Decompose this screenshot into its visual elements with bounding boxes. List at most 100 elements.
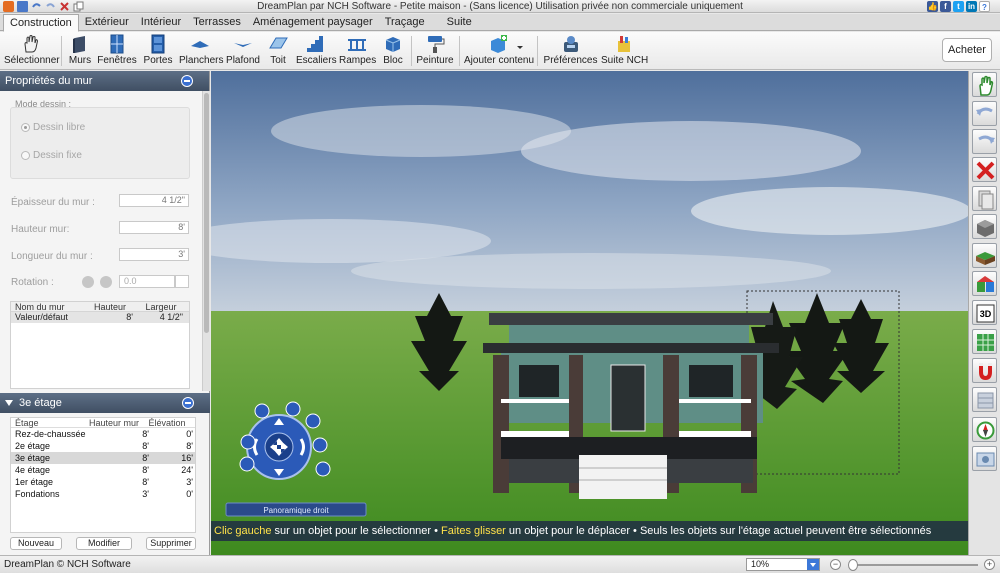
house-model[interactable]	[483, 313, 779, 499]
table-row[interactable]: Valeur/défaut 8' 4 1/2"	[11, 312, 189, 323]
window-icon	[107, 34, 127, 54]
zoom-out-button[interactable]: −	[830, 559, 841, 570]
redo-icon[interactable]	[972, 129, 997, 154]
table-cell: 3e étage	[15, 453, 51, 463]
terrain-icon[interactable]	[972, 243, 997, 268]
table-cell: 1er étage	[15, 477, 54, 487]
zoom-in-button[interactable]: +	[984, 559, 995, 570]
stairs-button[interactable]: Escaliers	[296, 33, 337, 69]
hand-icon[interactable]	[972, 72, 997, 97]
rotation-field[interactable]: 0.0	[119, 275, 175, 288]
draw-mode-free-radio[interactable]: Dessin libre	[21, 122, 85, 133]
box-icon[interactable]	[972, 214, 997, 239]
table-row[interactable]: 2e étage 8' 8'	[11, 440, 195, 452]
railings-button[interactable]: Rampes	[339, 33, 376, 69]
railing-icon	[347, 34, 367, 54]
wall-length-field[interactable]: 3'	[119, 248, 189, 261]
doors-button[interactable]: Portes	[141, 33, 175, 69]
add-content-dropdown[interactable]	[516, 42, 524, 52]
wall-properties-header[interactable]: Propriétés du mur	[0, 71, 209, 91]
grid-icon[interactable]	[972, 329, 997, 354]
block-button[interactable]: Bloc	[379, 33, 407, 69]
twitter-icon[interactable]: t	[953, 1, 964, 12]
table-row[interactable]: Rez-de-chaussée 8' 0'	[11, 428, 195, 440]
expand-triangle-icon[interactable]	[5, 400, 13, 407]
wall-thickness-field[interactable]: 4 1/2"	[119, 194, 189, 207]
rotate-right-icon[interactable]	[100, 276, 112, 288]
table-row[interactable]: Fondations 3' 0'	[11, 488, 195, 500]
rotate-left-icon[interactable]	[82, 276, 94, 288]
linkedin-icon[interactable]: in	[966, 1, 977, 12]
delete-floor-button[interactable]: Supprimer	[146, 537, 196, 550]
compass-icon[interactable]	[972, 417, 997, 442]
roof-icon	[268, 34, 288, 54]
zoom-select[interactable]: 10%	[746, 558, 820, 571]
walls-button[interactable]: Murs	[66, 33, 94, 69]
table-cell: 8'	[142, 441, 149, 451]
wall-height-label: Hauteur mur:	[11, 224, 70, 235]
table-cell: 3'	[142, 489, 149, 499]
status-message: Clic gauche sur un objet pour le sélecti…	[211, 521, 968, 541]
preferences-button[interactable]: Préférences	[543, 33, 598, 69]
hand-icon	[20, 34, 40, 54]
zoom-slider-handle[interactable]	[848, 559, 858, 571]
tab-interieur[interactable]: Intérieur	[135, 14, 187, 30]
tab-terrasses[interactable]: Terrasses	[187, 14, 247, 30]
layers-icon[interactable]	[972, 387, 997, 412]
floors-header[interactable]: 3e étage	[0, 393, 210, 413]
paint-button[interactable]: Peinture	[416, 33, 454, 69]
undo-icon[interactable]	[972, 101, 997, 126]
facebook-icon[interactable]: f	[940, 1, 951, 12]
scrollbar-thumb[interactable]	[204, 93, 209, 333]
table-cell: 8'	[142, 453, 149, 463]
table-row[interactable]: 3e étage 8' 16'	[11, 452, 195, 464]
table-cell: 8'	[186, 441, 193, 451]
select-button[interactable]: Sélectionner	[4, 33, 60, 69]
zoom-slider[interactable]	[848, 559, 978, 571]
table-cell: 8'	[142, 477, 149, 487]
toolbar-separator	[459, 36, 460, 66]
panel-scrollbar[interactable]	[202, 91, 210, 391]
collapse-icon[interactable]	[181, 75, 193, 87]
menu-tabs: Construction Extérieur Intérieur Terrass…	[0, 14, 1000, 32]
draw-mode-fixed-radio[interactable]: Dessin fixe	[21, 150, 82, 161]
delete-icon[interactable]	[972, 157, 997, 182]
tab-exterieur[interactable]: Extérieur	[79, 14, 135, 30]
collapse-icon[interactable]	[182, 397, 194, 409]
nch-suite-icon	[614, 34, 634, 54]
modify-floor-button[interactable]: Modifier	[76, 537, 132, 550]
floors-button[interactable]: Planchers	[179, 33, 223, 69]
tab-construction[interactable]: Construction	[3, 14, 79, 32]
window-title: DreamPlan par NCH Software - Petite mais…	[257, 1, 743, 12]
chevron-down-icon[interactable]	[807, 559, 819, 570]
ceiling-button[interactable]: Plafond	[226, 33, 260, 69]
materials-icon[interactable]	[972, 271, 997, 296]
table-cell: 8'	[142, 429, 149, 439]
magnet-icon[interactable]	[972, 358, 997, 383]
tab-amenagement-paysager[interactable]: Aménagement paysager	[247, 14, 379, 30]
wall-height-field[interactable]: 8'	[119, 221, 189, 234]
floor-icon	[190, 34, 210, 54]
screenshot-icon[interactable]	[972, 446, 997, 471]
help-icon[interactable]: ?	[979, 1, 990, 12]
table-row[interactable]: 1er étage 8' 3'	[11, 476, 195, 488]
buy-button[interactable]: Acheter	[942, 38, 992, 62]
3d-viewport[interactable]: Panoramique droit	[211, 71, 968, 555]
wall-thickness-label: Épaisseur du mur :	[11, 197, 95, 208]
windows-button[interactable]: Fenêtres	[97, 33, 137, 69]
tab-tracage[interactable]: Traçage	[379, 14, 431, 30]
floors-table-header: Étage Hauteur mur Élévation	[11, 418, 195, 428]
zoom-value: 10%	[751, 559, 770, 569]
table-row[interactable]: 4e étage 8' 24'	[11, 464, 195, 476]
like-icon[interactable]: 👍	[927, 1, 938, 12]
table-cell: 0'	[186, 429, 193, 439]
add-content-icon	[488, 34, 508, 54]
roof-button[interactable]: Toit	[264, 33, 292, 69]
rotation-stepper[interactable]	[175, 275, 189, 288]
tab-suite[interactable]: Suite	[431, 14, 478, 30]
copy-icon[interactable]	[972, 186, 997, 211]
paint-roller-icon	[425, 34, 445, 54]
3d-view-icon[interactable]: 3D	[972, 300, 997, 325]
new-floor-button[interactable]: Nouveau	[10, 537, 62, 550]
nch-suite-button[interactable]: Suite NCH	[601, 33, 648, 69]
